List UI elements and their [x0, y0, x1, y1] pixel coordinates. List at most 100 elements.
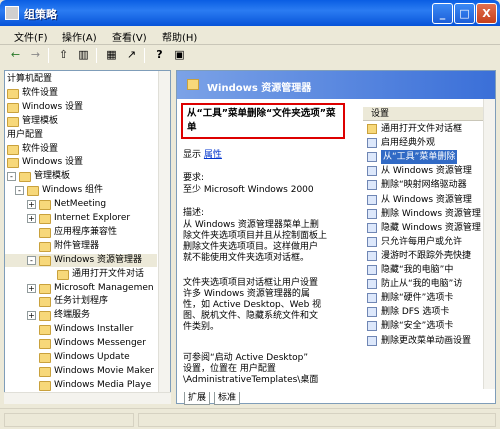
- setting-item[interactable]: 漫游时不跟踪外壳快捷: [363, 249, 495, 263]
- tree-item[interactable]: 计算机配置: [5, 73, 157, 86]
- setting-item[interactable]: 删除“安全”选项卡: [363, 319, 495, 333]
- tree-item[interactable]: + Internet Explorer: [5, 212, 157, 225]
- tree-item[interactable]: - Windows 组件: [5, 184, 157, 197]
- tree-item[interactable]: 附件管理器: [5, 240, 157, 253]
- tree-item-label: 管理模板: [22, 115, 59, 126]
- close-button[interactable]: X: [476, 3, 497, 24]
- setting-item[interactable]: 隐藏 Windows 资源管理: [363, 221, 495, 235]
- folder-icon: [39, 241, 51, 252]
- properties-icon[interactable]: ▦: [104, 48, 119, 63]
- view-tabs: 扩展 标准: [176, 392, 496, 406]
- description-line: 就不能使用文件夹选项对话框。: [183, 253, 310, 263]
- minimize-button[interactable]: _: [432, 3, 453, 24]
- tree-item[interactable]: 任务计划程序: [5, 295, 157, 308]
- description-line: 删除文件夹选项项目。这样做用户: [183, 242, 319, 252]
- tab-standard[interactable]: 标准: [214, 392, 241, 405]
- show-hide-tree-icon[interactable]: ▥: [76, 48, 91, 63]
- setting-item-label: 隐藏 Windows 资源管理: [381, 222, 481, 233]
- tree-item[interactable]: Windows 设置: [5, 101, 157, 114]
- tree-item[interactable]: 管理模板: [5, 115, 157, 128]
- tree-item[interactable]: + Microsoft Managemen: [5, 282, 157, 295]
- setting-item[interactable]: 从“工具”菜单删除: [363, 150, 495, 165]
- policy-setting-icon: [367, 335, 377, 346]
- setting-item[interactable]: 删除“映射网络驱动器: [363, 178, 495, 192]
- forward-icon[interactable]: →: [28, 48, 43, 63]
- tree-item[interactable]: 用户配置: [5, 129, 157, 142]
- tree-item[interactable]: Windows 设置: [5, 156, 157, 169]
- setting-item-label: 删除 Windows 资源管理: [381, 208, 481, 219]
- description-line: 设置，位置在 用户配置: [183, 364, 276, 374]
- setting-item[interactable]: 隐藏“我的电脑”中: [363, 263, 495, 277]
- tree-horizontal-scrollbar[interactable]: [4, 392, 171, 404]
- folder-icon: [7, 102, 19, 113]
- tree-item[interactable]: 软件设置: [5, 143, 157, 156]
- setting-item[interactable]: 删除“硬件”选项卡: [363, 291, 495, 305]
- back-icon[interactable]: ←: [8, 48, 23, 63]
- help-icon[interactable]: ?: [152, 48, 167, 63]
- description-panel: 从“工具”菜单删除“文件夹选项”菜单 显示 属性 要求: 至少 Microsof…: [177, 99, 363, 403]
- setting-item[interactable]: 删除 DFS 选项卡: [363, 305, 495, 319]
- details-header: Windows 资源管理器: [177, 71, 495, 99]
- tree-item[interactable]: - 管理模板: [5, 170, 157, 183]
- details-pane: Windows 资源管理器 从“工具”菜单删除“文件夹选项”菜单 显示 属性 要…: [176, 70, 496, 404]
- list-vertical-scrollbar[interactable]: [483, 99, 495, 389]
- tree-item[interactable]: 软件设置: [5, 87, 157, 100]
- collapse-icon[interactable]: -: [7, 172, 16, 182]
- tab-extended[interactable]: 扩展: [184, 392, 211, 405]
- setting-item[interactable]: 删除 Windows 资源管理: [363, 207, 495, 221]
- setting-item[interactable]: 防止从“我的电脑”访: [363, 277, 495, 291]
- tree-vertical-scrollbar[interactable]: [158, 71, 170, 403]
- tree-item[interactable]: Windows Movie Maker: [5, 365, 157, 378]
- tree-item[interactable]: + NetMeeting: [5, 198, 157, 211]
- tree-item[interactable]: Windows Messenger: [5, 337, 157, 350]
- maximize-button[interactable]: □: [454, 3, 475, 24]
- tree-item-label: Windows Installer: [54, 324, 134, 335]
- collapse-icon[interactable]: -: [15, 186, 24, 196]
- folder-icon: [7, 88, 19, 99]
- setting-item[interactable]: 只允许每用户或允许: [363, 235, 495, 249]
- tree-pane[interactable]: 计算机配置 软件设置 Windows 设置 管理模板 用户配置 软件设置 Windows 设…: [4, 70, 171, 404]
- menu-bar: 文件(F) 操作(A) 查看(V) 帮助(H): [0, 26, 500, 45]
- description-line: 性，如 Active Desktop、Web 视: [183, 300, 322, 310]
- expand-icon[interactable]: +: [27, 311, 36, 321]
- console-icon[interactable]: ▣: [172, 48, 187, 63]
- tree-item[interactable]: Windows Media Playe: [5, 379, 157, 392]
- folder-icon: [39, 227, 51, 238]
- setting-item[interactable]: 通用打开文件对话框: [363, 122, 495, 136]
- tree-item-label: 用户配置: [7, 129, 44, 140]
- settings-column-header[interactable]: 设置: [363, 107, 495, 121]
- menu-help[interactable]: 帮助(H): [162, 29, 197, 44]
- setting-item[interactable]: 启用经典外观: [363, 136, 495, 150]
- status-segment: [138, 413, 496, 427]
- expand-icon[interactable]: +: [27, 200, 36, 210]
- tree-item[interactable]: Windows Update: [5, 351, 157, 364]
- properties-link[interactable]: 属性: [204, 150, 222, 160]
- setting-item[interactable]: 从 Windows 资源管理: [363, 193, 495, 207]
- description-line: 件类别。: [183, 322, 220, 332]
- description-line: 从 Windows 资源管理器菜单上删: [183, 220, 319, 230]
- setting-item-label: 启用经典外观: [381, 138, 436, 149]
- folder-icon: [19, 172, 31, 183]
- tree-item-label: 任务计划程序: [54, 296, 109, 307]
- menu-action[interactable]: 操作(A): [62, 29, 97, 44]
- setting-item[interactable]: 从 Windows 资源管理: [363, 164, 495, 178]
- tree-item[interactable]: 应用程序兼容性: [5, 226, 157, 239]
- tree-item[interactable]: 通用打开文件对话: [5, 268, 157, 281]
- tree-item[interactable]: - Windows 资源管理器: [5, 253, 157, 267]
- expand-icon[interactable]: +: [27, 214, 36, 223]
- menu-view[interactable]: 查看(V): [112, 29, 147, 44]
- collapse-icon[interactable]: -: [27, 255, 36, 265]
- tree-item[interactable]: Windows Installer: [5, 323, 157, 336]
- expand-icon[interactable]: +: [27, 283, 36, 293]
- policy-setting-icon: [367, 236, 377, 247]
- menu-file[interactable]: 文件(F): [14, 29, 48, 44]
- tree-item[interactable]: + 终端服务: [5, 309, 157, 322]
- status-segment: [4, 413, 134, 427]
- window-title: 组策略: [24, 8, 57, 21]
- policy-setting-icon: [367, 208, 377, 219]
- export-list-icon[interactable]: ↗: [124, 48, 139, 63]
- setting-item[interactable]: 删除更改菜单动画设置: [363, 334, 495, 348]
- settings-list: 设置 通用打开文件对话框启用经典外观 从“工具”菜单删除从 Windows 资源管…: [363, 99, 495, 389]
- up-folder-icon[interactable]: ⇧: [56, 48, 71, 63]
- folder-icon: [367, 124, 377, 134]
